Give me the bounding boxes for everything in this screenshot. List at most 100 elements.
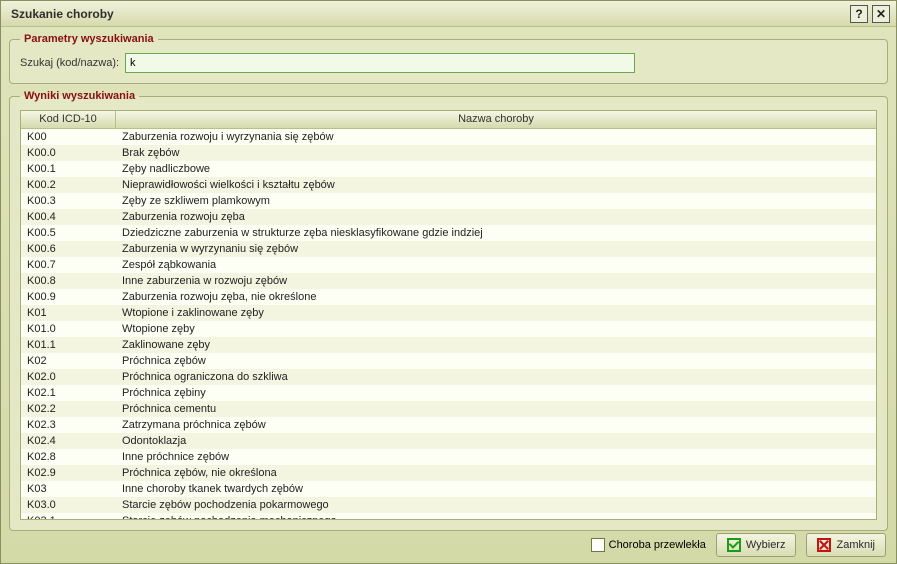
cell-code: K00.9 bbox=[21, 289, 116, 305]
table-row[interactable]: K00.1Zęby nadliczbowe bbox=[21, 161, 876, 177]
cell-code: K03.0 bbox=[21, 497, 116, 513]
cell-code: K02.1 bbox=[21, 385, 116, 401]
table-row[interactable]: K01.0Wtopione zęby bbox=[21, 321, 876, 337]
search-input[interactable] bbox=[125, 53, 635, 73]
search-label: Szukaj (kod/nazwa): bbox=[20, 57, 119, 69]
table-row[interactable]: K02.3Zatrzymana próchnica zębów bbox=[21, 417, 876, 433]
table-row[interactable]: K00.2Nieprawidłowości wielkości i kształ… bbox=[21, 177, 876, 193]
cell-name: Próchnica zębiny bbox=[116, 385, 876, 401]
column-header-name[interactable]: Nazwa choroby bbox=[116, 111, 876, 128]
table-row[interactable]: K02.0Próchnica ograniczona do szkliwa bbox=[21, 369, 876, 385]
cell-name: Inne zaburzenia w rozwoju zębów bbox=[116, 273, 876, 289]
content-area: Parametry wyszukiwania Szukaj (kod/nazwa… bbox=[1, 27, 896, 543]
cell-code: K01 bbox=[21, 305, 116, 321]
chronic-label: Choroba przewlekła bbox=[609, 539, 706, 551]
cell-name: Starcie zębów pochodzenia mechanicznego bbox=[116, 513, 876, 519]
cell-code: K02.2 bbox=[21, 401, 116, 417]
cell-code: K03.1 bbox=[21, 513, 116, 519]
cell-code: K02.9 bbox=[21, 465, 116, 481]
column-header-code[interactable]: Kod ICD-10 bbox=[21, 111, 116, 128]
cell-code: K02 bbox=[21, 353, 116, 369]
cell-name: Inne próchnice zębów bbox=[116, 449, 876, 465]
table-row[interactable]: K00.8Inne zaburzenia w rozwoju zębów bbox=[21, 273, 876, 289]
table-row[interactable]: K00Zaburzenia rozwoju i wyrzynania się z… bbox=[21, 129, 876, 145]
table-row[interactable]: K00.0Brak zębów bbox=[21, 145, 876, 161]
cell-code: K02.8 bbox=[21, 449, 116, 465]
cell-name: Zespół ząbkowania bbox=[116, 257, 876, 273]
table-row[interactable]: K01Wtopione i zaklinowane zęby bbox=[21, 305, 876, 321]
table-row[interactable]: K02.8Inne próchnice zębów bbox=[21, 449, 876, 465]
table-row[interactable]: K00.5Dziedziczne zaburzenia w strukturze… bbox=[21, 225, 876, 241]
cell-code: K00.2 bbox=[21, 177, 116, 193]
cell-code: K03 bbox=[21, 481, 116, 497]
results-grid: Kod ICD-10 Nazwa choroby K00Zaburzenia r… bbox=[20, 110, 877, 520]
cell-code: K01.1 bbox=[21, 337, 116, 353]
table-row[interactable]: K00.4Zaburzenia rozwoju zęba bbox=[21, 209, 876, 225]
cell-code: K00 bbox=[21, 129, 116, 145]
cell-name: Próchnica zębów, nie określona bbox=[116, 465, 876, 481]
table-row[interactable]: K02.4Odontoklazja bbox=[21, 433, 876, 449]
cell-name: Zaburzenia rozwoju i wyrzynania się zębó… bbox=[116, 129, 876, 145]
cell-name: Zęby ze szkliwem plamkowym bbox=[116, 193, 876, 209]
cell-name: Próchnica zębów bbox=[116, 353, 876, 369]
cell-code: K00.1 bbox=[21, 161, 116, 177]
chronic-checkbox[interactable] bbox=[591, 538, 605, 552]
cell-name: Wtopione zęby bbox=[116, 321, 876, 337]
dialog-window: Szukanie choroby ? ✕ Parametry wyszukiwa… bbox=[0, 0, 897, 564]
window-title: Szukanie choroby bbox=[11, 7, 846, 21]
cell-code: K02.3 bbox=[21, 417, 116, 433]
cell-code: K00.6 bbox=[21, 241, 116, 257]
table-row[interactable]: K03.0Starcie zębów pochodzenia pokarmowe… bbox=[21, 497, 876, 513]
cell-name: Zaklinowane zęby bbox=[116, 337, 876, 353]
select-button[interactable]: Wybierz bbox=[716, 533, 797, 557]
table-row[interactable]: K00.3Zęby ze szkliwem plamkowym bbox=[21, 193, 876, 209]
cell-code: K00.4 bbox=[21, 209, 116, 225]
results-fieldset: Wyniki wyszukiwania Kod ICD-10 Nazwa cho… bbox=[9, 90, 888, 531]
grid-body[interactable]: K00Zaburzenia rozwoju i wyrzynania się z… bbox=[21, 129, 876, 519]
close-button-label: Zamknij bbox=[836, 539, 875, 551]
cell-code: K00.5 bbox=[21, 225, 116, 241]
check-icon bbox=[727, 538, 741, 552]
cell-name: Odontoklazja bbox=[116, 433, 876, 449]
close-button[interactable]: Zamknij bbox=[806, 533, 886, 557]
cell-name: Zęby nadliczbowe bbox=[116, 161, 876, 177]
cell-code: K00.7 bbox=[21, 257, 116, 273]
cell-name: Zatrzymana próchnica zębów bbox=[116, 417, 876, 433]
cell-code: K00.8 bbox=[21, 273, 116, 289]
footer: Choroba przewlekła Wybierz Zamknij bbox=[591, 533, 886, 557]
table-row[interactable]: K02.2Próchnica cementu bbox=[21, 401, 876, 417]
table-row[interactable]: K01.1Zaklinowane zęby bbox=[21, 337, 876, 353]
cell-code: K02.4 bbox=[21, 433, 116, 449]
table-row[interactable]: K03Inne choroby tkanek twardych zębów bbox=[21, 481, 876, 497]
cell-name: Starcie zębów pochodzenia pokarmowego bbox=[116, 497, 876, 513]
cell-code: K00.3 bbox=[21, 193, 116, 209]
results-legend: Wyniki wyszukiwania bbox=[20, 90, 139, 102]
table-row[interactable]: K02.1Próchnica zębiny bbox=[21, 385, 876, 401]
select-button-label: Wybierz bbox=[746, 539, 786, 551]
cell-name: Inne choroby tkanek twardych zębów bbox=[116, 481, 876, 497]
cell-code: K01.0 bbox=[21, 321, 116, 337]
table-row[interactable]: K02Próchnica zębów bbox=[21, 353, 876, 369]
titlebar: Szukanie choroby ? ✕ bbox=[1, 1, 896, 27]
close-window-button[interactable]: ✕ bbox=[872, 5, 890, 23]
cell-name: Nieprawidłowości wielkości i kształtu zę… bbox=[116, 177, 876, 193]
close-icon bbox=[817, 538, 831, 552]
cell-name: Wtopione i zaklinowane zęby bbox=[116, 305, 876, 321]
grid-header: Kod ICD-10 Nazwa choroby bbox=[21, 111, 876, 129]
cell-name: Zaburzenia rozwoju zęba bbox=[116, 209, 876, 225]
cell-name: Brak zębów bbox=[116, 145, 876, 161]
cell-name: Zaburzenia w wyrzynaniu się zębów bbox=[116, 241, 876, 257]
cell-code: K00.0 bbox=[21, 145, 116, 161]
table-row[interactable]: K00.7Zespół ząbkowania bbox=[21, 257, 876, 273]
cell-code: K02.0 bbox=[21, 369, 116, 385]
table-row[interactable]: K00.9Zaburzenia rozwoju zęba, nie określ… bbox=[21, 289, 876, 305]
table-row[interactable]: K03.1Starcie zębów pochodzenia mechanicz… bbox=[21, 513, 876, 519]
table-row[interactable]: K02.9Próchnica zębów, nie określona bbox=[21, 465, 876, 481]
cell-name: Próchnica ograniczona do szkliwa bbox=[116, 369, 876, 385]
cell-name: Dziedziczne zaburzenia w strukturze zęba… bbox=[116, 225, 876, 241]
cell-name: Próchnica cementu bbox=[116, 401, 876, 417]
chronic-checkbox-wrap[interactable]: Choroba przewlekła bbox=[591, 538, 706, 552]
cell-name: Zaburzenia rozwoju zęba, nie określone bbox=[116, 289, 876, 305]
help-button[interactable]: ? bbox=[850, 5, 868, 23]
table-row[interactable]: K00.6Zaburzenia w wyrzynaniu się zębów bbox=[21, 241, 876, 257]
